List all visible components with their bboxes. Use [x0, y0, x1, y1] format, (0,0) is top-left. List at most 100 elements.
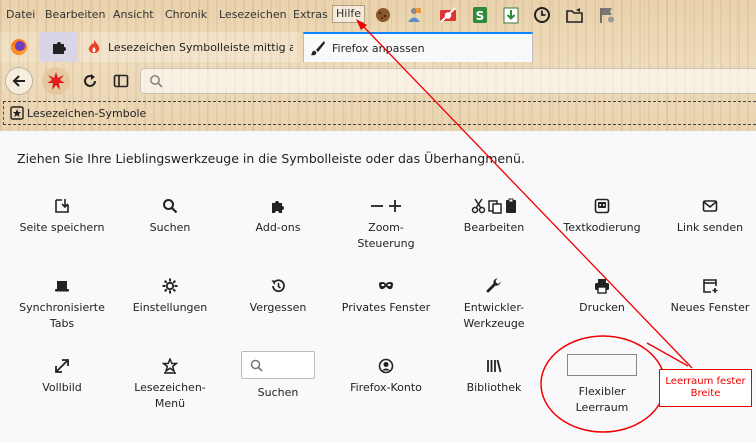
palette-label: Privates Fenster: [341, 301, 431, 314]
envelope-icon: [702, 200, 718, 212]
script-s-icon[interactable]: S: [470, 5, 490, 25]
bookmarks-star-icon: [10, 106, 24, 120]
mask-icon: [379, 282, 393, 290]
menu-datei[interactable]: Datei: [3, 8, 38, 22]
clock-icon[interactable]: [532, 5, 552, 25]
svg-text:S: S: [476, 9, 485, 23]
palette-item-new-window[interactable]: Neues Fenster: [660, 278, 756, 316]
account-icon: [378, 358, 394, 374]
camera-off-icon[interactable]: [438, 5, 458, 25]
palette-label: Zoom- Steuerung: [357, 221, 415, 250]
palette-item-print[interactable]: Drucken: [552, 278, 652, 316]
sidebar-button[interactable]: [107, 67, 135, 95]
save-page-icon: [55, 199, 69, 213]
menu-bearbeiten[interactable]: Bearbeiten: [42, 8, 108, 22]
library-icon: [487, 359, 502, 373]
menu-hilfe[interactable]: Hilfe: [331, 5, 366, 23]
flag-gear-icon[interactable]: [597, 5, 617, 25]
url-bar[interactable]: [140, 68, 756, 94]
menu-ansicht[interactable]: Ansicht: [110, 8, 157, 22]
search-icon: [250, 359, 263, 372]
tab-firefox-anpassen[interactable]: Firefox anpassen: [303, 32, 533, 62]
palette-label: Drucken: [579, 301, 625, 314]
gear-icon: [162, 278, 178, 294]
palette-item-library[interactable]: Bibliothek: [444, 358, 544, 396]
palette-label: Flexibler Leerraum: [575, 385, 629, 414]
text-encoding-icon: [594, 198, 610, 214]
palette-label: Vergessen: [249, 301, 307, 314]
zoom-minus-plus-icon: [371, 200, 401, 212]
palette-label: Lesezeichen- Menü: [134, 381, 206, 410]
palette-label: Bibliothek: [466, 381, 522, 394]
reload-stop-button[interactable]: [42, 67, 70, 95]
palette-label: Entwickler- Werkzeuge: [463, 301, 525, 330]
palette-label: Suchen: [257, 386, 299, 399]
paintbrush-icon: [311, 41, 325, 56]
palette-label: Textkodierung: [563, 221, 641, 234]
synced-tabs-icon: [55, 281, 69, 292]
palette-item-send-link[interactable]: Link senden: [660, 198, 756, 236]
palette-label: Suchen: [149, 221, 191, 234]
tab-lesezeichen[interactable]: Lesezeichen Symbolleiste mittig an: [80, 32, 300, 62]
menu-chronik[interactable]: Chronik: [162, 8, 210, 22]
palette-item-text-encoding[interactable]: Textkodierung: [552, 198, 652, 236]
annotation-arrow-line: [646, 342, 689, 367]
puzzle-icon: [53, 42, 66, 54]
tab-label: Lesezeichen Symbolleiste mittig an: [108, 40, 293, 54]
back-button[interactable]: [5, 67, 33, 95]
reload-icon: [84, 74, 96, 87]
palette-item-fullscreen[interactable]: Vollbild: [12, 358, 112, 396]
menu-lesezeichen[interactable]: Lesezeichen: [216, 8, 290, 22]
menu-extras[interactable]: Extras: [290, 8, 331, 22]
sidebar-icon: [113, 74, 129, 88]
bookmark-star-menu-icon: [162, 358, 178, 374]
palette-label: Firefox-Konto: [350, 381, 422, 394]
history-forget-icon: [271, 279, 285, 293]
firefox-icon: [11, 39, 27, 55]
palette-label: Einstellungen: [132, 301, 208, 314]
palette-item-forget[interactable]: Vergessen: [228, 278, 328, 316]
palette-label: Bearbeiten: [463, 221, 525, 234]
cut-copy-paste-icon: [471, 198, 516, 214]
puzzle-icon: [272, 201, 284, 213]
palette-label: Link senden: [676, 221, 744, 234]
palette-label: Neues Fenster: [670, 301, 750, 314]
palette-item-zoom[interactable]: Zoom- Steuerung: [336, 198, 436, 252]
bookmarks-toolbar[interactable]: Lesezeichen-Symbole: [3, 101, 756, 125]
flexible-space-preview[interactable]: [567, 354, 637, 376]
palette-item-developer-tools[interactable]: Entwickler- Werkzeuge: [444, 278, 544, 332]
palette-item-addons[interactable]: Add-ons: [228, 198, 328, 236]
wrench-icon: [486, 278, 501, 293]
palette-label: Add-ons: [255, 221, 301, 234]
palette-search-box[interactable]: [241, 351, 315, 379]
pinned-tab-firefox[interactable]: [0, 32, 38, 62]
palette-item-search-bar[interactable]: Suchen: [228, 385, 328, 401]
puzzle-person-icon[interactable]: [404, 5, 424, 25]
palette-item-settings[interactable]: Einstellungen: [120, 278, 220, 316]
search-icon: [150, 75, 163, 88]
palette-item-bookmarks-menu[interactable]: Lesezeichen- Menü: [120, 358, 220, 412]
flame-icon: [88, 40, 100, 53]
new-window-icon: [703, 279, 718, 293]
palette-label: Seite speichern: [19, 221, 105, 234]
cookie-extension-icon[interactable]: [373, 5, 393, 25]
palette-item-save-page[interactable]: Seite speichern: [12, 198, 112, 236]
tab-bar: Lesezeichen Symbolleiste mittig an Firef…: [0, 30, 756, 62]
palette-label: Synchronisierte Tabs: [19, 301, 105, 330]
tab-label: Firefox anpassen: [332, 41, 425, 55]
pinned-tab-addons[interactable]: [40, 32, 78, 62]
palette-item-search[interactable]: Suchen: [120, 198, 220, 236]
bookmarks-toolbar-label: Lesezeichen-Symbole: [27, 106, 147, 120]
download-doc-icon[interactable]: [501, 5, 521, 25]
palette-item-private-window[interactable]: Privates Fenster: [336, 278, 436, 316]
palette-item-edit[interactable]: Bearbeiten: [444, 198, 544, 236]
annotation-label: Leerraum fester Breite: [659, 369, 752, 407]
reload-button[interactable]: [76, 67, 104, 95]
folder-export-icon[interactable]: [565, 5, 585, 25]
arrow-left-icon: [12, 75, 25, 87]
burst-icon: [47, 72, 65, 90]
palette-item-firefox-account[interactable]: Firefox-Konto: [336, 358, 436, 396]
customize-heading: Ziehen Sie Ihre Lieblingswerkzeuge in di…: [17, 151, 525, 166]
palette-item-synced-tabs[interactable]: Synchronisierte Tabs: [12, 278, 112, 332]
palette-item-flexible-space[interactable]: Flexibler Leerraum: [552, 384, 652, 416]
